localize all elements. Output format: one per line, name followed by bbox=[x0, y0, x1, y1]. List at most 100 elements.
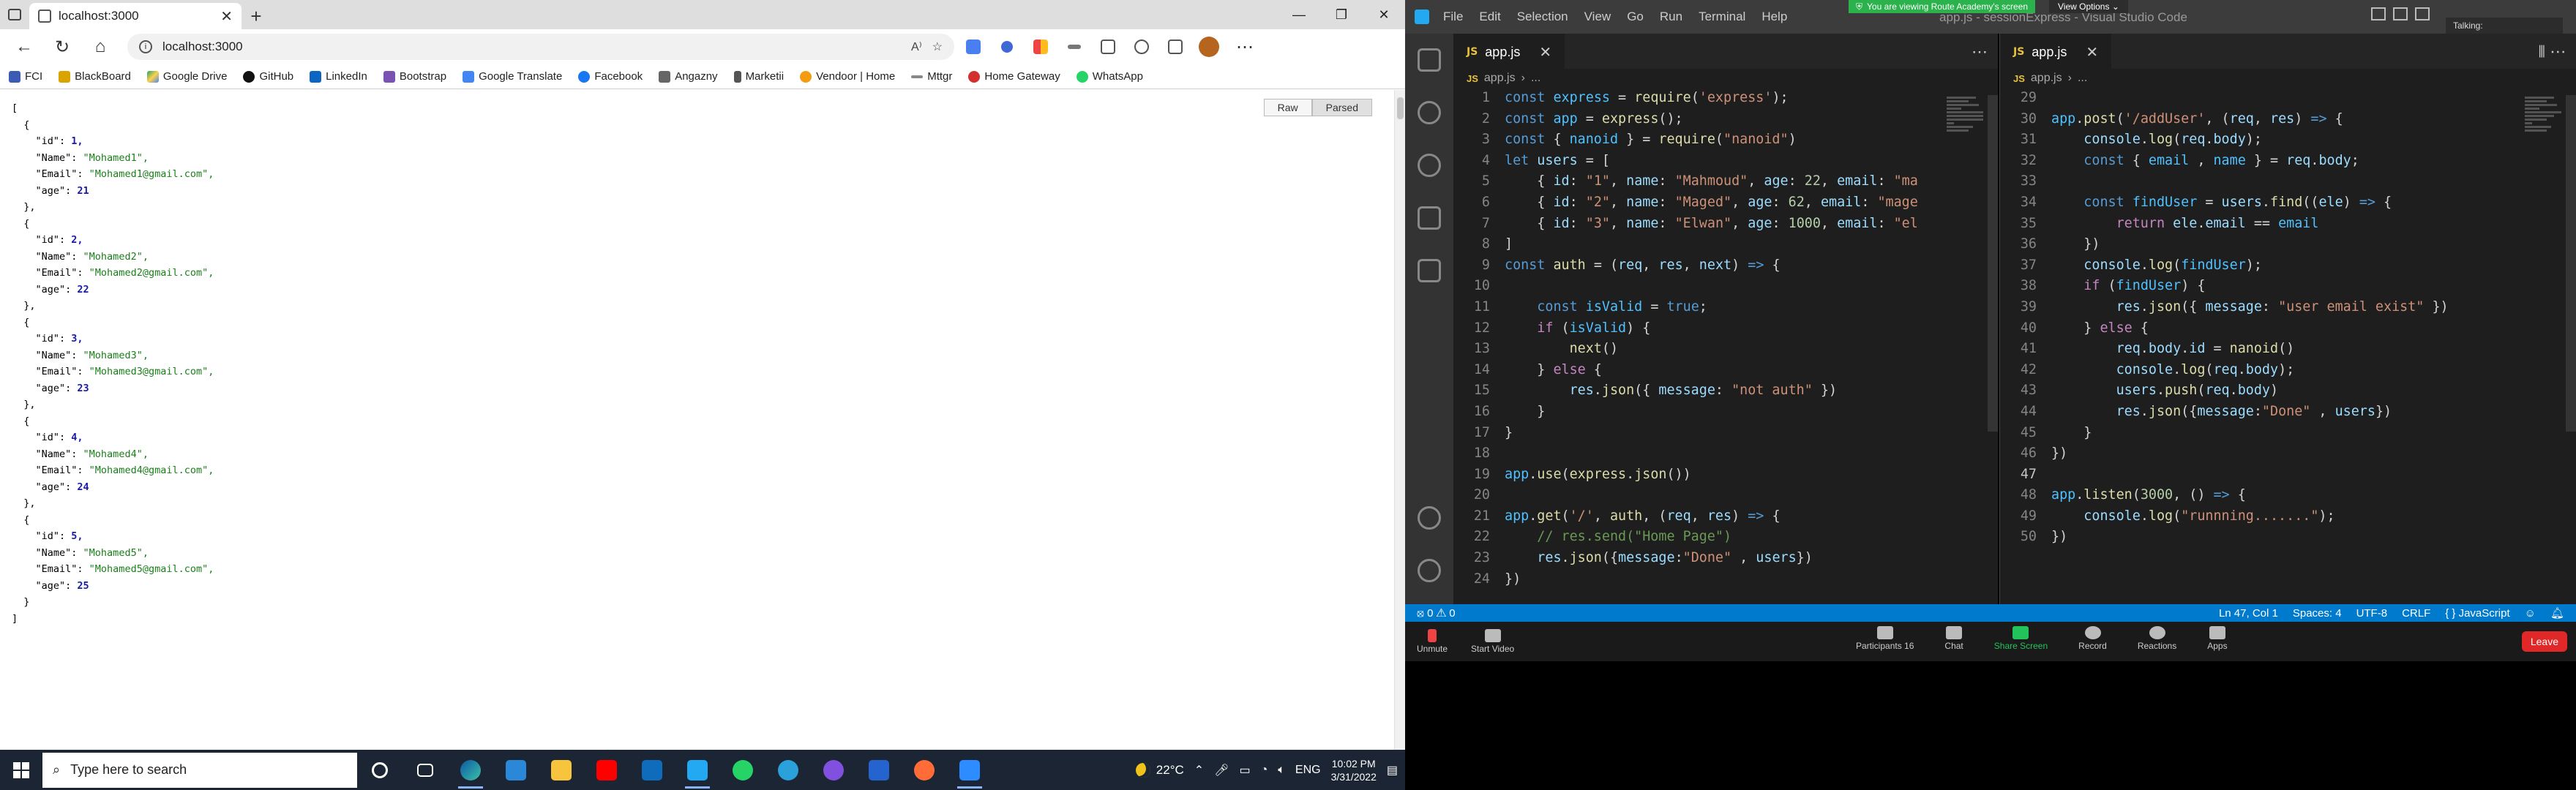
code-line[interactable]: 18 bbox=[1453, 443, 1998, 464]
menu-go[interactable]: Go bbox=[1627, 10, 1644, 24]
code-line[interactable]: 9 const auth = (req, res, next) => { bbox=[1453, 255, 1998, 276]
code-text[interactable]: if (findUser) { bbox=[2051, 276, 2205, 297]
code-line[interactable]: 14 } else { bbox=[1453, 360, 1998, 381]
run-debug-icon[interactable] bbox=[1405, 192, 1453, 244]
code-line[interactable]: 34 const findUser = users.find((ele) => … bbox=[2000, 192, 2576, 214]
code-line[interactable]: 43 users.push(req.body) bbox=[2000, 380, 2576, 402]
code-text[interactable]: } bbox=[1505, 402, 1545, 423]
url-text[interactable]: localhost:3000 bbox=[162, 40, 901, 54]
bookmark-angazny[interactable]: Angazny bbox=[659, 70, 718, 83]
code-text[interactable]: const auth = (req, res, next) => { bbox=[1505, 255, 1781, 276]
code-line[interactable]: 35 return ele.email == email bbox=[2000, 214, 2576, 235]
code-line[interactable]: 33 bbox=[2000, 171, 2576, 192]
code-line[interactable]: 36 }) bbox=[2000, 234, 2576, 255]
menu-terminal[interactable]: Terminal bbox=[1699, 10, 1745, 24]
editor-scrollbar[interactable] bbox=[2566, 95, 2576, 432]
bookmark-whatsapp[interactable]: WhatsApp bbox=[1076, 70, 1143, 83]
code-line[interactable]: 49 console.log("runnning......."); bbox=[2000, 506, 2576, 527]
zoom-view-options[interactable]: View Options ⌄ bbox=[2049, 0, 2128, 13]
code-line[interactable]: 39 res.json({ message: "user email exist… bbox=[2000, 297, 2576, 318]
profile-avatar[interactable] bbox=[1199, 37, 1219, 57]
feedback-icon[interactable]: ☺ bbox=[2525, 607, 2536, 620]
bookmark-bootstrap[interactable]: Bootstrap bbox=[383, 70, 446, 83]
mic-icon[interactable]: 🎤︎ bbox=[1214, 763, 1229, 778]
taskbar-search[interactable]: ⌕ Type here to search bbox=[42, 752, 357, 788]
code-line[interactable]: 50}) bbox=[2000, 527, 2576, 548]
editor-scrollbar[interactable] bbox=[1988, 95, 1998, 432]
code-line[interactable]: 41 req.body.id = nanoid() bbox=[2000, 339, 2576, 360]
telegram-icon[interactable] bbox=[765, 750, 811, 790]
source-control-icon[interactable] bbox=[1405, 139, 1453, 192]
toggle-panel-icon[interactable] bbox=[2393, 7, 2408, 20]
split-editor-icon[interactable]: ⫴ ⋯ bbox=[2539, 42, 2566, 61]
code-text[interactable]: return ele.email == email bbox=[2051, 214, 2319, 235]
code-text[interactable]: const { nanoid } = require("nanoid") bbox=[1505, 129, 1797, 151]
bookmark-google-drive[interactable]: Google Drive bbox=[146, 70, 227, 83]
code-text[interactable]: }) bbox=[1505, 569, 1521, 590]
bookmark-mttgr[interactable]: Mttgr bbox=[911, 70, 952, 83]
code-editor-right[interactable]: 29 30 app.post('/addUser', (req, res) => {… bbox=[2000, 88, 2576, 548]
code-line[interactable]: 30 app.post('/addUser', (req, res) => { bbox=[2000, 109, 2576, 130]
github-desktop-icon[interactable] bbox=[811, 750, 856, 790]
code-line[interactable]: 10 bbox=[1453, 276, 1998, 297]
code-text[interactable]: users.push(req.body) bbox=[2051, 380, 2279, 402]
code-line[interactable]: 4 let users = [ bbox=[1453, 151, 1998, 172]
refresh-button[interactable]: ↻ bbox=[45, 32, 79, 61]
code-text[interactable]: // res.send("Home Page") bbox=[1505, 527, 1731, 548]
code-line[interactable]: 20 bbox=[1453, 485, 1998, 506]
menu-file[interactable]: File bbox=[1443, 10, 1463, 24]
postman-icon[interactable] bbox=[902, 750, 947, 790]
task-view-icon[interactable] bbox=[402, 750, 448, 790]
indentation[interactable]: Spaces: 4 bbox=[2293, 607, 2342, 620]
code-line[interactable]: 22 // res.send("Home Page") bbox=[1453, 527, 1998, 548]
notifications-icon[interactable]: ▤ bbox=[1387, 763, 1398, 778]
file-explorer-icon[interactable] bbox=[539, 750, 584, 790]
code-line[interactable]: 42 console.log(req.body); bbox=[2000, 360, 2576, 381]
code-text[interactable]: let users = [ bbox=[1505, 151, 1610, 172]
code-text[interactable]: { id: "1", name: "Mahmoud", age: 22, ema… bbox=[1505, 171, 1918, 192]
bookmark-fci[interactable]: FCI bbox=[9, 70, 42, 83]
zoom-taskbar-icon[interactable] bbox=[947, 750, 992, 790]
code-text[interactable]: res.json({message:"Done" , users}) bbox=[1505, 548, 1813, 569]
code-line[interactable]: 3 const { nanoid } = require("nanoid") bbox=[1453, 129, 1998, 151]
code-line[interactable]: 17} bbox=[1453, 423, 1998, 444]
code-text[interactable]: { id: "3", name: "Elwan", age: 1000, ema… bbox=[1505, 214, 1918, 235]
wifi-icon[interactable]: ◔ bbox=[1261, 764, 1268, 777]
code-line[interactable]: 47 bbox=[2000, 464, 2576, 486]
close-icon[interactable]: ✕ bbox=[2086, 43, 2098, 61]
menu-edit[interactable]: Edit bbox=[1479, 10, 1500, 24]
code-text[interactable]: app.use(express.json()) bbox=[1505, 464, 1691, 486]
bookmark-facebook[interactable]: Facebook bbox=[578, 70, 643, 83]
problems-indicator[interactable]: ⦻ 0 ⚠ 0 bbox=[1417, 607, 1456, 620]
more-actions-icon[interactable]: ⋯ bbox=[1972, 42, 1988, 61]
code-line[interactable]: 16 } bbox=[1453, 402, 1998, 423]
code-line[interactable]: 6 { id: "2", name: "Maged", age: 62, ema… bbox=[1453, 192, 1998, 214]
code-text[interactable]: const express = require('express'); bbox=[1505, 88, 1789, 109]
encoding[interactable]: UTF-8 bbox=[2356, 607, 2388, 620]
extension-grid-icon[interactable] bbox=[1026, 34, 1055, 60]
code-line[interactable]: 5 { id: "1", name: "Mahmoud", age: 22, e… bbox=[1453, 171, 1998, 192]
minimize-button[interactable]: — bbox=[1278, 0, 1320, 29]
store-icon[interactable] bbox=[493, 750, 539, 790]
close-icon[interactable]: ✕ bbox=[1539, 43, 1551, 61]
code-text[interactable]: }) bbox=[2051, 234, 2100, 255]
code-text[interactable]: { id: "2", name: "Maged", age: 62, email… bbox=[1505, 192, 1918, 214]
bookmark-blackboard[interactable]: BlackBoard bbox=[59, 70, 131, 83]
explorer-icon[interactable] bbox=[1405, 34, 1453, 86]
code-text[interactable]: console.log(req.body); bbox=[2051, 360, 2295, 381]
cursor-position[interactable]: Ln 47, Col 1 bbox=[2219, 607, 2278, 620]
code-line[interactable]: 2 const app = express(); bbox=[1453, 109, 1998, 130]
code-line[interactable]: 1 const express = require('express'); bbox=[1453, 88, 1998, 109]
code-text[interactable]: const findUser = users.find((ele) => { bbox=[2051, 192, 2392, 214]
whatsapp-taskbar-icon[interactable] bbox=[720, 750, 765, 790]
code-line[interactable]: 40 } else { bbox=[2000, 318, 2576, 339]
battery-icon[interactable]: ▭ bbox=[1240, 763, 1251, 778]
account-icon[interactable] bbox=[1405, 492, 1453, 544]
code-editor-left[interactable]: 1 const express = require('express'); 2 con… bbox=[1453, 88, 1998, 590]
extension-pen-icon[interactable] bbox=[1060, 34, 1089, 60]
collections-icon[interactable] bbox=[1161, 34, 1190, 60]
code-text[interactable]: } bbox=[2051, 423, 2092, 444]
code-line[interactable]: 11 const isValid = true; bbox=[1453, 297, 1998, 318]
code-text[interactable]: } else { bbox=[1505, 360, 1602, 381]
language-indicator[interactable]: ENG bbox=[1295, 764, 1321, 777]
